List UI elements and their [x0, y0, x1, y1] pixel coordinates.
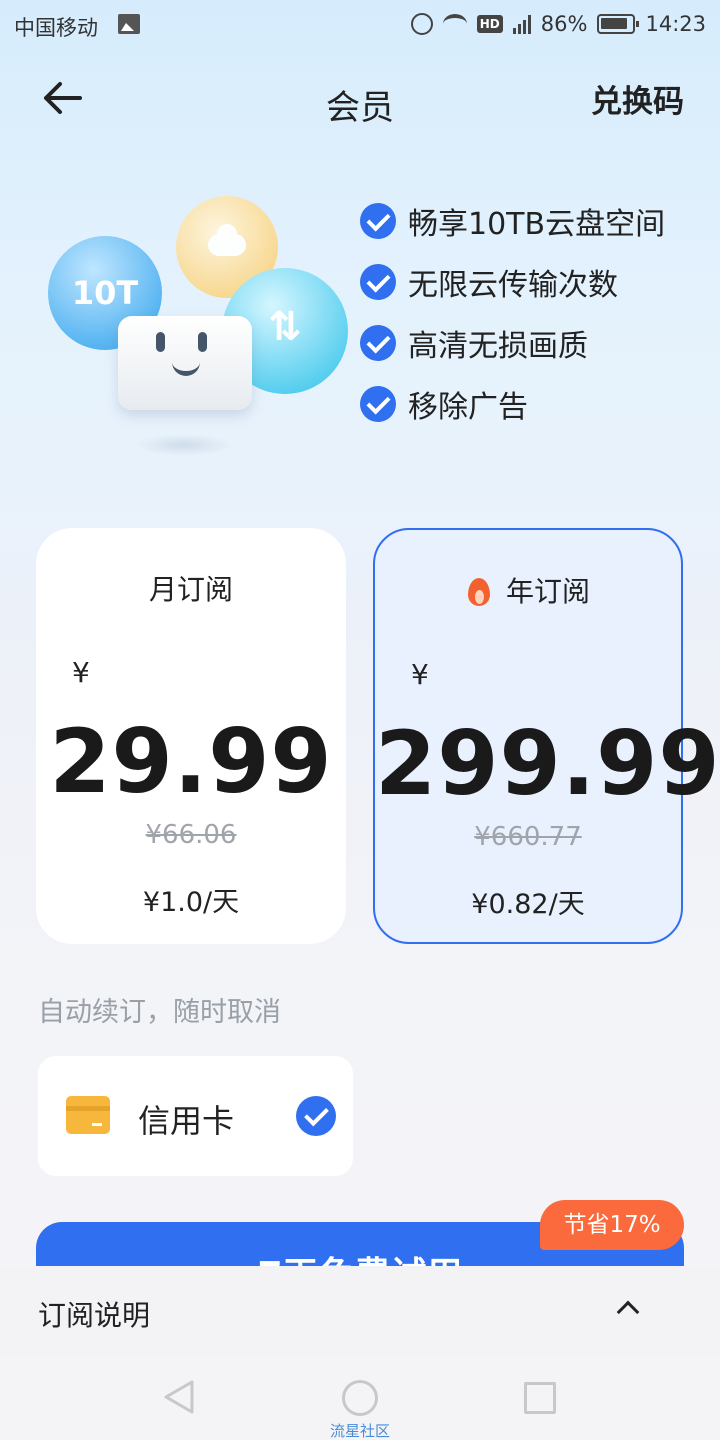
- plan-price: 299.99: [375, 712, 720, 815]
- feature-label: 无限云传输次数: [408, 267, 618, 303]
- signal-icon: [512, 14, 531, 34]
- redeem-code-button[interactable]: 兑换码: [591, 76, 684, 121]
- currency-symbol: ¥: [72, 656, 90, 689]
- header: 会员 兑换码: [0, 60, 720, 140]
- system-nav-bar: 流星社区: [0, 1356, 720, 1440]
- chevron-up-icon: [616, 1300, 640, 1324]
- subscription-info-toggle[interactable]: 订阅说明: [0, 1266, 720, 1356]
- daily-price: ¥1.0/天: [142, 887, 240, 918]
- yearly-plan-card[interactable]: 年订阅 ¥ 299.99 ¥660.77 ¥0.82/天: [373, 528, 720, 944]
- alarm-icon: [410, 13, 433, 35]
- nav-home-icon[interactable]: [342, 1380, 378, 1416]
- check-icon: [360, 263, 396, 300]
- cloud-icon: [208, 224, 246, 256]
- mascot-mouth: [172, 362, 200, 376]
- watermark-text: 流星社区: [329, 1422, 390, 1440]
- battery-icon: [597, 14, 640, 34]
- feature-item: 畅享10TB云盘空间: [360, 190, 665, 251]
- savings-badge: 节省17%: [540, 1200, 684, 1250]
- selected-check-icon: [296, 1096, 336, 1136]
- storage-badge: 10T: [71, 274, 139, 312]
- battery-percent: 86%: [540, 12, 588, 36]
- feature-item: 无限云传输次数: [360, 251, 665, 312]
- status-icons: HD 86% 14:23: [410, 12, 706, 36]
- feature-label: 高清无损画质: [408, 328, 588, 364]
- credit-card-icon: [66, 1096, 110, 1134]
- membership-illustration: 10T ⇅: [40, 190, 360, 470]
- payment-method-credit-card[interactable]: 信用卡: [38, 1056, 353, 1176]
- plan-name-row: 年订阅: [375, 570, 681, 610]
- payment-method-label: 信用卡: [138, 1102, 235, 1140]
- mascot-shadow: [136, 434, 232, 456]
- wifi-icon: [442, 14, 467, 34]
- auto-renew-note: 自动续订，随时取消: [38, 997, 281, 1028]
- original-price: ¥660.77: [474, 822, 582, 852]
- check-icon: [360, 202, 396, 239]
- image-notification-icon: [118, 14, 140, 34]
- subscription-info-label: 订阅说明: [38, 1299, 151, 1332]
- mascot-box-icon: [118, 316, 252, 410]
- monthly-plan-card[interactable]: 月订阅 ¥ 29.99 ¥66.06 ¥1.0/天: [36, 528, 346, 944]
- currency-symbol: ¥: [411, 658, 429, 691]
- mascot-eye: [198, 332, 207, 352]
- feature-item: 移除广告: [360, 373, 665, 434]
- feature-label: 畅享10TB云盘空间: [408, 206, 666, 242]
- hd-icon: HD: [476, 15, 503, 33]
- plan-price: 29.99: [49, 710, 333, 813]
- feature-list: 畅享10TB云盘空间 无限云传输次数 高清无损画质 移除广告: [360, 190, 665, 434]
- daily-price: ¥0.82/天: [471, 889, 585, 920]
- feature-item: 高清无损画质: [360, 312, 665, 373]
- back-arrow-icon: [44, 82, 82, 114]
- plan-name: 月订阅: [148, 573, 233, 606]
- mascot-eye: [156, 332, 165, 352]
- clock: 14:23: [645, 12, 706, 36]
- status-bar: 中国移动 HD 86% 14:23: [0, 0, 720, 50]
- plan-name: 年订阅: [505, 575, 590, 608]
- nav-recent-apps-icon[interactable]: [524, 1382, 556, 1414]
- check-icon: [360, 324, 396, 361]
- feature-label: 移除广告: [408, 389, 528, 425]
- back-button[interactable]: [40, 78, 84, 118]
- carrier-name: 中国移动: [14, 16, 98, 40]
- fire-icon: [466, 574, 492, 606]
- original-price: ¥66.06: [145, 820, 237, 850]
- check-icon: [360, 385, 396, 422]
- nav-back-icon[interactable]: [162, 1380, 196, 1414]
